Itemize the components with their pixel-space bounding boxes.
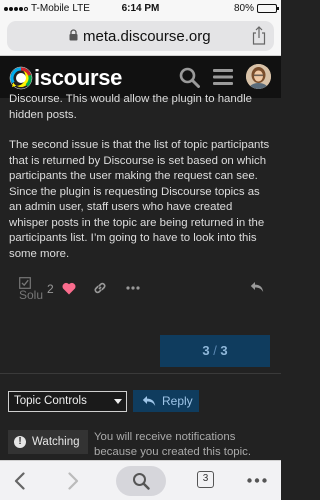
battery-icon [257, 4, 279, 13]
topic-progress[interactable]: 3 / 3 [160, 335, 270, 367]
avatar-image [246, 64, 271, 89]
hamburger-menu-icon[interactable] [213, 68, 233, 86]
progress-total: 3 [220, 343, 228, 358]
notification-level-button[interactable]: ! Watching [8, 430, 88, 454]
battery-info: 80% [233, 3, 279, 14]
link-icon[interactable] [93, 281, 107, 295]
magnifier-icon [133, 473, 150, 490]
tabs-button[interactable]: 3 [197, 471, 214, 488]
topic-controls-dropdown[interactable]: Topic Controls [8, 391, 127, 412]
logo-wordmark: iscourse [34, 65, 123, 90]
ios-status-bar: T-Mobile LTE 6:14 PM 80% [0, 0, 281, 17]
post-body: Discourse. This would allow the plugin t… [0, 93, 281, 262]
post-paragraph: Discourse. This would allow the plugin t… [9, 93, 252, 121]
reply-button[interactable]: Reply [133, 390, 199, 412]
lock-icon [69, 29, 78, 41]
browser-toolbar: 3 [0, 460, 281, 500]
caret-down-icon [114, 399, 122, 404]
user-avatar[interactable] [246, 64, 271, 89]
battery-percent: 80% [233, 3, 254, 14]
exclamation-circle-icon: ! [14, 436, 26, 448]
like-count[interactable]: 2 [47, 282, 54, 296]
discourse-logo-icon [9, 66, 33, 90]
post-actions: Solu 2 [0, 277, 281, 302]
progress-current: 3 [202, 343, 210, 358]
post-paragraph: The second issue is that the list of top… [9, 139, 270, 260]
divider [0, 373, 281, 374]
discourse-logo[interactable]: iscourse [9, 65, 122, 91]
share-icon[interactable] [252, 26, 266, 45]
toolbar-search-button[interactable] [116, 466, 166, 496]
forward-icon[interactable] [68, 472, 79, 490]
address-bar[interactable]: meta.discourse.org [7, 21, 274, 51]
url-text: meta.discourse.org [83, 28, 211, 45]
reply-label: Reply [162, 394, 193, 408]
notification-reason: You will receive notifications because y… [94, 431, 252, 458]
notification-level-label: Watching [32, 436, 80, 448]
more-actions-icon[interactable] [126, 286, 140, 290]
solution-button-label[interactable]: Solu [19, 288, 43, 302]
more-icon[interactable] [247, 478, 267, 483]
heart-icon[interactable] [62, 282, 76, 295]
search-icon[interactable] [179, 67, 200, 88]
reply-icon [142, 396, 156, 406]
reply-arrow-icon[interactable] [250, 281, 264, 293]
browser-address-area: meta.discourse.org [0, 17, 281, 56]
back-icon[interactable] [14, 472, 25, 490]
topic-controls-label: Topic Controls [14, 395, 87, 407]
